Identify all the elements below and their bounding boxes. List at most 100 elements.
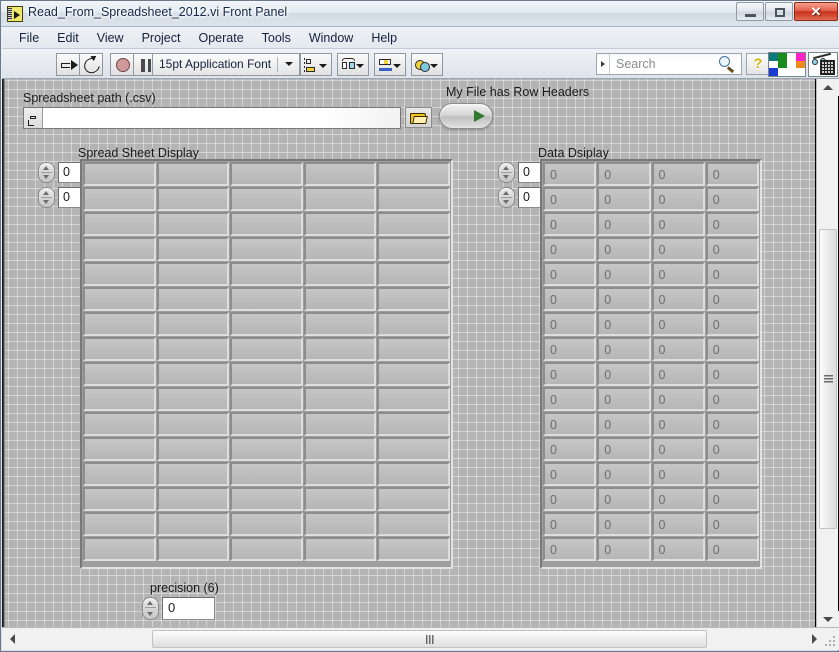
menu-item-edit[interactable]: Edit <box>48 29 88 47</box>
data-display-cell[interactable]: 0 <box>651 362 705 386</box>
spreadsheet-display-cell[interactable] <box>377 487 450 511</box>
data-display-cell[interactable]: 0 <box>597 212 651 236</box>
data-display-cell[interactable]: 0 <box>651 187 705 211</box>
data-display-cell[interactable]: 0 <box>651 387 705 411</box>
spreadsheet-display-cell[interactable] <box>156 412 230 436</box>
data-display-cell[interactable]: 0 <box>543 212 597 236</box>
data-display-cell[interactable]: 0 <box>705 437 759 461</box>
palette-swatch[interactable] <box>796 53 805 61</box>
spreadsheet-display-cell[interactable] <box>230 412 303 436</box>
spreadsheet-display-cell[interactable] <box>303 512 377 536</box>
data-display-cell[interactable]: 0 <box>543 462 597 486</box>
scroll-up-arrow-icon[interactable] <box>817 79 839 96</box>
precision-spinner[interactable] <box>142 597 159 620</box>
data-display-cell[interactable]: 0 <box>597 162 651 186</box>
data-display-cell[interactable]: 0 <box>651 237 705 261</box>
precision-input[interactable]: 0 <box>162 597 215 620</box>
menu-item-view[interactable]: View <box>88 29 133 47</box>
data-display-cell[interactable]: 0 <box>543 287 597 311</box>
data-display-cell[interactable]: 0 <box>705 362 759 386</box>
spreadsheet-display-cell[interactable] <box>377 312 450 336</box>
spreadsheet-display-cell[interactable] <box>303 362 377 386</box>
spreadsheet-display-cell[interactable] <box>83 237 156 261</box>
data-display-cell[interactable]: 0 <box>651 412 705 436</box>
data-display-cell[interactable]: 0 <box>543 262 597 286</box>
abort-execution-button[interactable] <box>110 52 134 76</box>
spreadsheet-display-cell[interactable] <box>377 537 450 561</box>
spreadsheet-display-cell[interactable] <box>156 262 230 286</box>
data-display-cell[interactable]: 0 <box>705 462 759 486</box>
palette-swatch[interactable] <box>769 68 778 76</box>
minimize-button[interactable] <box>736 2 764 21</box>
spreadsheet-display-cell[interactable] <box>156 337 230 361</box>
data-display-cell[interactable]: 0 <box>651 162 705 186</box>
spreadsheet-display-cell[interactable] <box>156 237 230 261</box>
palette-swatch[interactable] <box>796 68 805 76</box>
spreadsheet-display-cell[interactable] <box>83 287 156 311</box>
spreadsheet-display-cell[interactable] <box>230 187 303 211</box>
spreadsheet-display-cell[interactable] <box>83 487 156 511</box>
spreadsheet-display-cell[interactable] <box>377 337 450 361</box>
spreadsheet-display-cell[interactable] <box>230 462 303 486</box>
data-display-cell[interactable]: 0 <box>651 462 705 486</box>
data-display-cell[interactable]: 0 <box>543 362 597 386</box>
spreadsheet-display-cell[interactable] <box>83 337 156 361</box>
spreadsheet-display-cell[interactable] <box>230 237 303 261</box>
data-display-cell[interactable]: 0 <box>597 187 651 211</box>
spreadsheet-path-control[interactable] <box>23 107 401 129</box>
spreadsheet-path-input[interactable] <box>43 108 400 128</box>
data-display-cell[interactable]: 0 <box>705 412 759 436</box>
spreadsheet-display-cell[interactable] <box>303 312 377 336</box>
spreadsheet-display-cell[interactable] <box>83 362 156 386</box>
palette-swatch[interactable] <box>778 68 787 76</box>
font-selector[interactable]: 15pt Application Font <box>152 52 301 76</box>
spreadsheet-display-cell[interactable] <box>230 537 303 561</box>
spreadsheet-display-cell[interactable] <box>156 362 230 386</box>
data-display-cell[interactable]: 0 <box>651 337 705 361</box>
data-display-cell[interactable]: 0 <box>543 512 597 536</box>
spreadsheet-display-cell[interactable] <box>83 387 156 411</box>
spreadsheet-display-cell[interactable] <box>230 287 303 311</box>
data-display-array[interactable]: 0000000000000000000000000000000000000000… <box>540 159 762 569</box>
data-display-cell[interactable]: 0 <box>651 437 705 461</box>
menu-item-file[interactable]: File <box>10 29 48 47</box>
spreadsheet-display-cell[interactable] <box>230 387 303 411</box>
spreadsheet-display-cell[interactable] <box>303 187 377 211</box>
spreadsheet-display-cell[interactable] <box>230 362 303 386</box>
folder-browse-button[interactable] <box>405 107 432 128</box>
palette-swatch[interactable] <box>778 60 787 69</box>
data-display-cell[interactable]: 0 <box>705 537 759 561</box>
palette-swatch[interactable] <box>796 60 805 69</box>
spreadsheet-col-index-spinner[interactable] <box>38 187 55 208</box>
spreadsheet-display-cell[interactable] <box>83 262 156 286</box>
data-display-cell[interactable]: 0 <box>543 162 597 186</box>
vertical-scrollbar-thumb[interactable] <box>819 229 837 529</box>
data-display-cell[interactable]: 0 <box>705 287 759 311</box>
spreadsheet-display-cell[interactable] <box>377 412 450 436</box>
scroll-left-arrow-icon[interactable] <box>4 628 21 650</box>
spreadsheet-display-cell[interactable] <box>377 387 450 411</box>
search-dropdown-arrow-icon[interactable] <box>597 54 610 74</box>
spreadsheet-display-cell[interactable] <box>83 437 156 461</box>
data-display-row-index-spinner[interactable] <box>498 162 515 183</box>
spreadsheet-display-cell[interactable] <box>303 437 377 461</box>
data-display-cell[interactable]: 0 <box>651 512 705 536</box>
data-display-col-index-spinner[interactable] <box>498 187 515 208</box>
data-display-cell[interactable]: 0 <box>543 237 597 261</box>
data-display-cell[interactable]: 0 <box>705 312 759 336</box>
font-selector-box[interactable]: 15pt Application Font <box>152 52 301 76</box>
data-display-cell[interactable]: 0 <box>543 337 597 361</box>
spreadsheet-display-cell[interactable] <box>156 437 230 461</box>
run-button[interactable] <box>56 52 80 76</box>
spreadsheet-display-cell[interactable] <box>377 362 450 386</box>
spreadsheet-display-cell[interactable] <box>156 487 230 511</box>
spreadsheet-display-cell[interactable] <box>377 237 450 261</box>
spreadsheet-display-cell[interactable] <box>83 312 156 336</box>
spreadsheet-display-cell[interactable] <box>156 387 230 411</box>
spreadsheet-display-cell[interactable] <box>303 537 377 561</box>
spreadsheet-display-cell[interactable] <box>377 187 450 211</box>
data-display-cell[interactable]: 0 <box>705 387 759 411</box>
spreadsheet-display-cell[interactable] <box>230 512 303 536</box>
spreadsheet-display-cell[interactable] <box>377 262 450 286</box>
data-display-cell[interactable]: 0 <box>543 387 597 411</box>
